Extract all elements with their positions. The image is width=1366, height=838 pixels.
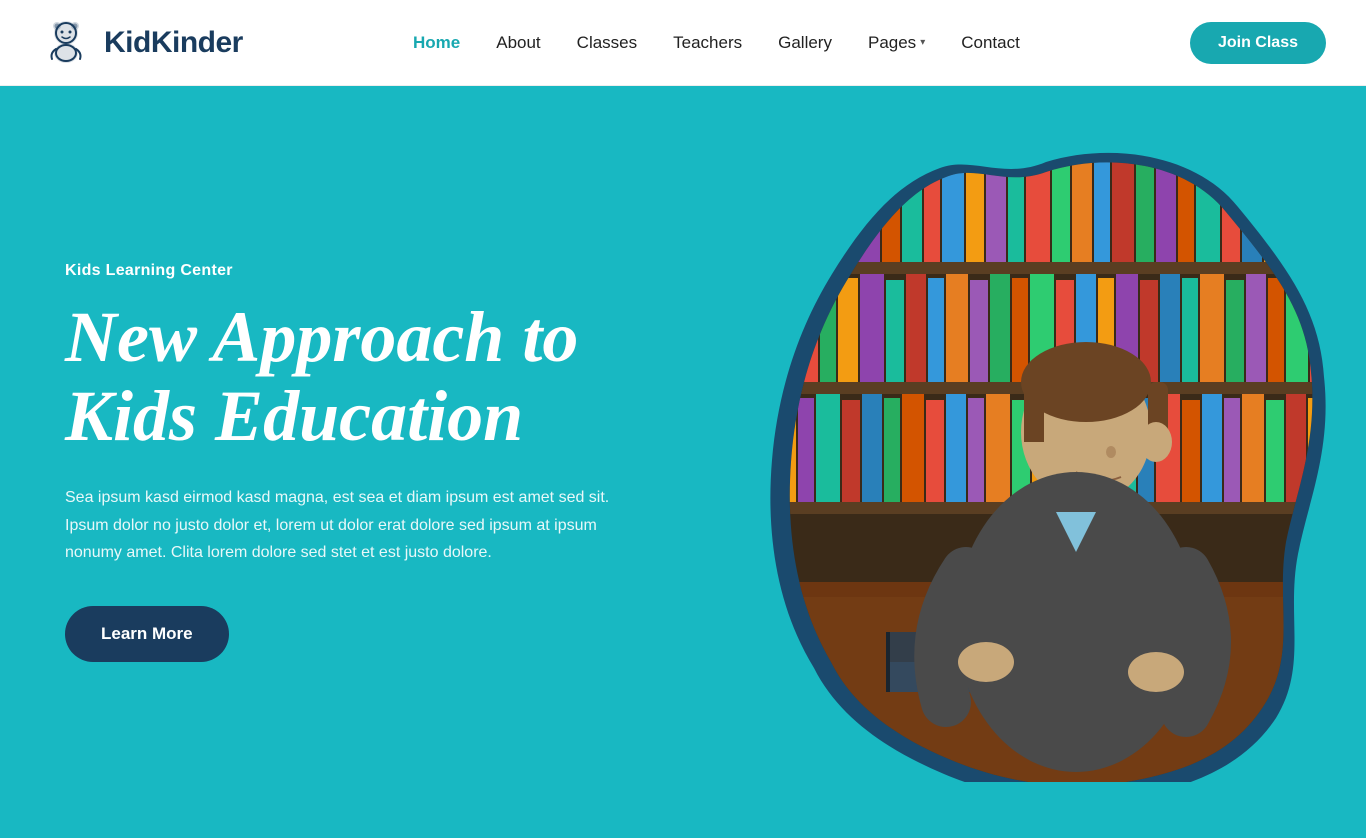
nav-links: Home About Classes Teachers Gallery Page… [413,33,1020,53]
nav-link-gallery[interactable]: Gallery [778,33,832,52]
nav-item-pages[interactable]: Pages ▾ [868,33,925,53]
navbar: KidKinder Home About Classes Teachers Ga… [0,0,1366,86]
hero-title-line2: Kids Education [65,376,523,456]
hero-subtitle: Kids Learning Center [65,262,620,280]
hero-section: Kids Learning Center New Approach to Kid… [0,86,1366,838]
chevron-down-icon: ▾ [920,37,925,48]
learn-more-button[interactable]: Learn More [65,606,229,662]
nav-link-about[interactable]: About [496,33,540,52]
hero-title-line1: New Approach to [65,297,578,377]
hero-blob-svg [766,142,1326,782]
nav-item-contact[interactable]: Contact [961,33,1020,53]
logo-icon [40,17,92,69]
hero-image-area [766,142,1326,782]
hero-title: New Approach to Kids Education [65,298,620,456]
nav-item-gallery[interactable]: Gallery [778,33,832,53]
hero-description: Sea ipsum kasd eirmod kasd magna, est se… [65,484,620,566]
nav-item-classes[interactable]: Classes [577,33,637,53]
blob-container [766,142,1326,782]
brand-name: KidKinder [104,26,243,60]
nav-link-pages[interactable]: Pages ▾ [868,33,925,53]
nav-item-home[interactable]: Home [413,33,460,53]
nav-item-about[interactable]: About [496,33,540,53]
nav-link-contact[interactable]: Contact [961,33,1020,52]
nav-link-classes[interactable]: Classes [577,33,637,52]
join-class-button[interactable]: Join Class [1190,22,1326,64]
nav-link-home[interactable]: Home [413,33,460,52]
nav-item-teachers[interactable]: Teachers [673,33,742,53]
hero-content: Kids Learning Center New Approach to Kid… [0,262,620,662]
nav-link-teachers[interactable]: Teachers [673,33,742,52]
logo-area: KidKinder [40,17,243,69]
